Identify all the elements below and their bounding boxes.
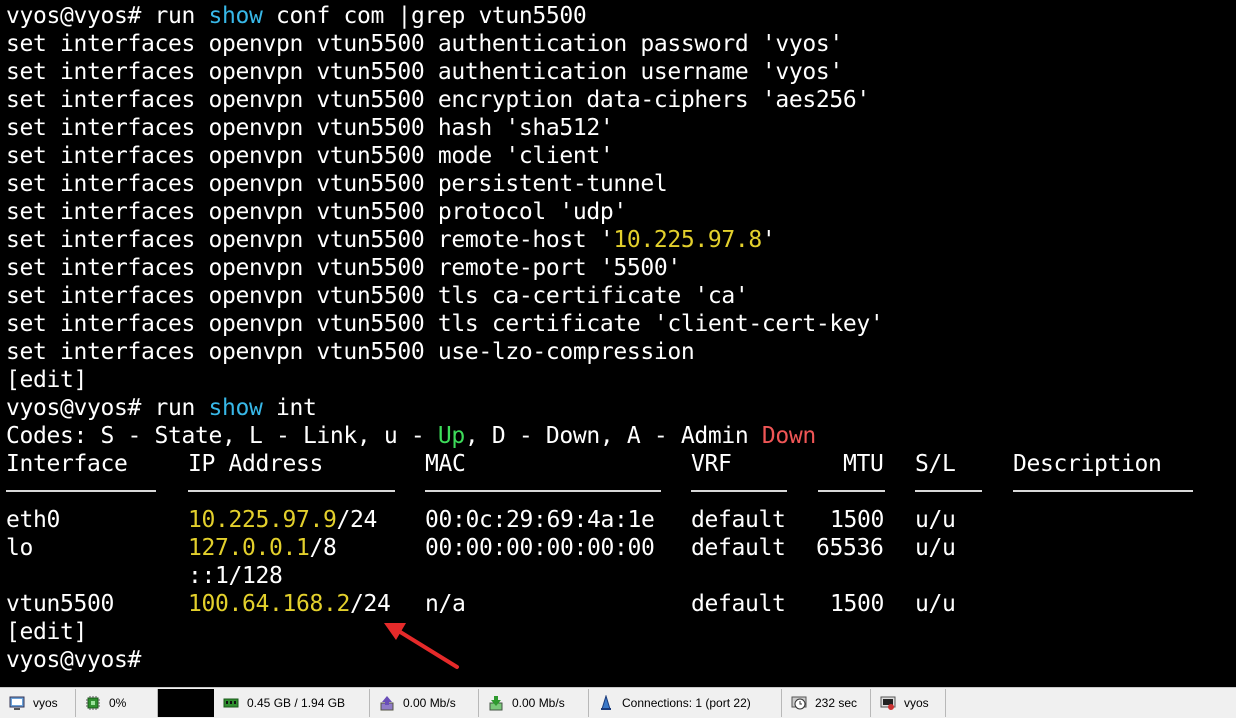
status-bar: vyos 0% 0.45 GB / 1.94 GB 0.00 Mb/s 0.00…	[0, 687, 1236, 718]
status-memory[interactable]: 0.45 GB / 1.94 GB	[214, 689, 370, 717]
status-download[interactable]: 0.00 Mb/s	[479, 689, 589, 717]
cpu-icon	[86, 696, 100, 710]
annotation-arrow-icon	[384, 623, 459, 669]
memory-icon	[223, 698, 239, 708]
status-uptime[interactable]: 232 sec	[782, 689, 871, 717]
status-connections[interactable]: Connections: 1 (port 22)	[589, 689, 782, 717]
status-session[interactable]: vyos	[0, 689, 76, 717]
status-user[interactable]: vyos	[871, 689, 946, 717]
cpu-graph	[158, 689, 214, 717]
download-icon	[489, 696, 503, 711]
terminal-output[interactable]: vyos@vyos# run show conf com |grep vtun5…	[0, 0, 1236, 687]
status-cpu[interactable]: 0%	[76, 689, 158, 717]
connections-icon	[601, 695, 611, 710]
user-icon	[880, 696, 896, 710]
uptime-icon	[791, 696, 807, 710]
upload-icon	[380, 696, 394, 711]
session-icon	[9, 696, 25, 710]
status-upload[interactable]: 0.00 Mb/s	[370, 689, 479, 717]
